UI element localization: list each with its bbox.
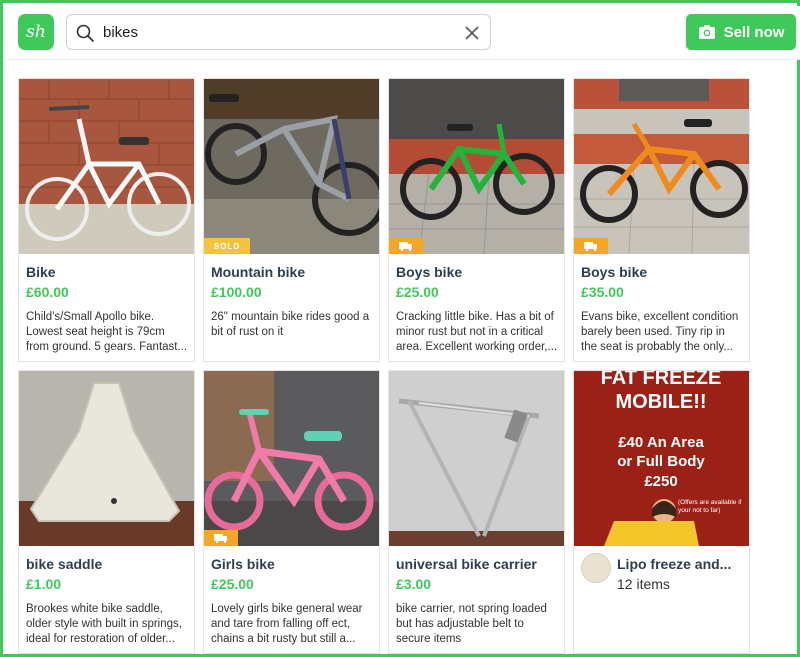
- listing-title[interactable]: Boys bike: [581, 264, 647, 280]
- listing-card[interactable]: Bike £60.00 Child's/Small Apollo bike. L…: [18, 78, 195, 362]
- promo-line: or Full Body: [617, 453, 705, 470]
- listing-description: Child's/Small Apollo bike. Lowest seat h…: [26, 311, 188, 353]
- promo-image[interactable]: FAT FREEZE MOBILE!! £40 An Area or Full …: [574, 371, 749, 546]
- listing-card[interactable]: universal bike carrier £3.00 bike carrie…: [388, 370, 565, 654]
- listing-title[interactable]: Boys bike: [396, 264, 462, 280]
- seller-avatar[interactable]: [581, 553, 611, 583]
- listing-description: bike carrier, not spring loaded but has …: [396, 603, 547, 645]
- sell-now-label: Sell now: [723, 23, 785, 41]
- delivery-van-icon: [389, 238, 423, 254]
- listing-photo[interactable]: [574, 79, 749, 254]
- listing-photo[interactable]: [389, 79, 564, 254]
- listing-description: 26" mountain bike rides good a bit of ru…: [211, 311, 370, 338]
- search-icon: [76, 24, 94, 42]
- delivery-van-icon: [574, 238, 608, 254]
- seller-item-count: 12 items: [617, 576, 670, 592]
- promo-note: (Offers are available if your not to far…: [678, 499, 742, 514]
- listing-card[interactable]: SOLD Mountain bike £100.00 26" mountain …: [203, 78, 380, 362]
- listing-title[interactable]: universal bike carrier: [396, 556, 537, 572]
- sold-badge: SOLD: [204, 238, 250, 254]
- listing-photo[interactable]: SOLD: [204, 79, 379, 254]
- listing-photo[interactable]: [204, 371, 379, 546]
- sell-now-button[interactable]: Sell now: [686, 14, 796, 50]
- promo-line: MOBILE!!: [615, 391, 706, 413]
- listing-price: £60.00: [26, 284, 69, 300]
- listing-card[interactable]: Boys bike £35.00 Evans bike, excellent c…: [573, 78, 750, 362]
- listing-price: £35.00: [581, 284, 624, 300]
- delivery-van-icon: [204, 530, 238, 546]
- search-box[interactable]: [66, 14, 491, 50]
- listing-price: £1.00: [26, 576, 62, 592]
- listing-title[interactable]: Bike: [26, 264, 56, 280]
- seller-promo-card[interactable]: FAT FREEZE MOBILE!! £40 An Area or Full …: [573, 370, 750, 654]
- promo-line: FAT FREEZE: [601, 371, 722, 389]
- listing-price: £25.00: [211, 576, 254, 592]
- promo-line: £250: [644, 473, 677, 490]
- listing-price: £25.00: [396, 284, 439, 300]
- clear-search-icon[interactable]: [462, 23, 482, 43]
- top-bar: sh Sell now: [6, 6, 800, 60]
- listing-description: Brookes white bike saddle, older style w…: [26, 603, 182, 645]
- camera-icon: [698, 25, 715, 39]
- listing-title[interactable]: Mountain bike: [211, 264, 305, 280]
- listing-description: Evans bike, excellent condition barely b…: [581, 311, 739, 353]
- listing-price: £3.00: [396, 576, 432, 592]
- shpock-logo[interactable]: sh: [18, 14, 54, 50]
- listing-card[interactable]: Boys bike £25.00 Cracking little bike. H…: [388, 78, 565, 362]
- listing-card[interactable]: Girls bike £25.00 Lovely girls bike gene…: [203, 370, 380, 654]
- listing-description: Lovely girls bike general wear and tare …: [211, 603, 363, 645]
- listing-title[interactable]: bike saddle: [26, 556, 102, 572]
- seller-name[interactable]: Lipo freeze and...: [617, 556, 731, 572]
- app-frame: sh Sell now: [0, 0, 800, 657]
- listing-photo[interactable]: [19, 79, 194, 254]
- listing-photo[interactable]: [389, 371, 564, 546]
- listing-description: Cracking little bike. Has a bit of minor…: [396, 311, 558, 353]
- promo-line: £40 An Area: [618, 434, 704, 451]
- listing-card[interactable]: bike saddle £1.00 Brookes white bike sad…: [18, 370, 195, 654]
- search-input[interactable]: [103, 19, 443, 45]
- listing-price: £100.00: [211, 284, 262, 300]
- listing-title[interactable]: Girls bike: [211, 556, 275, 572]
- listing-photo[interactable]: [19, 371, 194, 546]
